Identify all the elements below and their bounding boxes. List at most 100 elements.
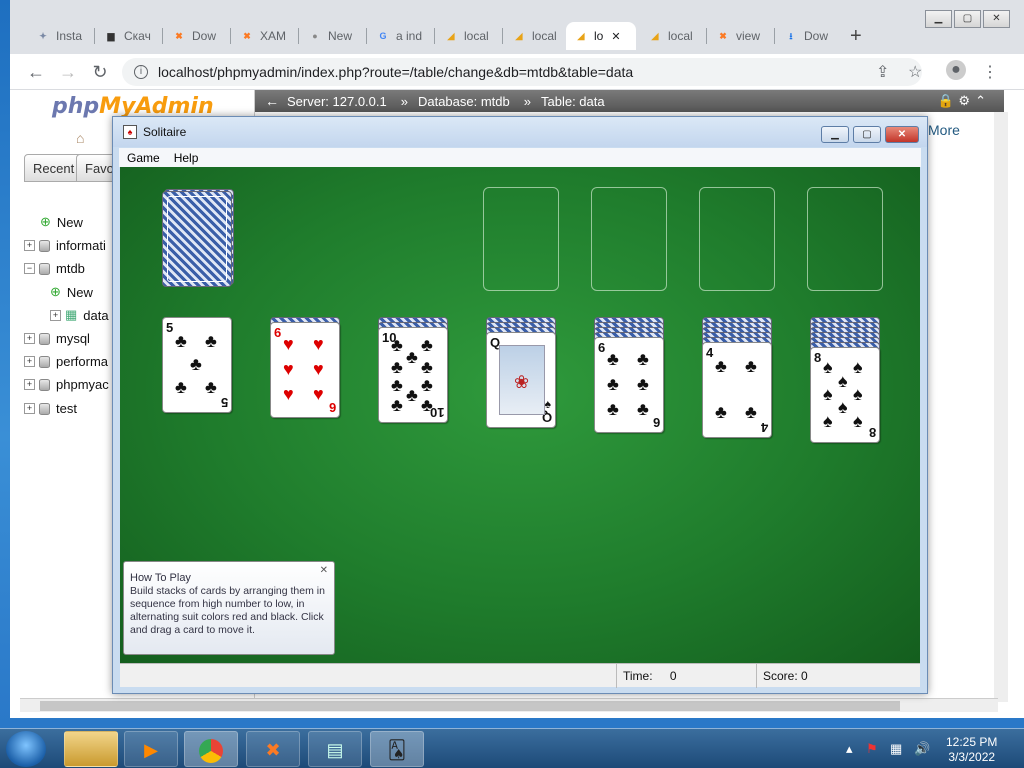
solitaire-titlebar[interactable]: ♠ Solitaire bbox=[113, 117, 927, 147]
clock[interactable]: 12:25 PM 3/3/2022 bbox=[946, 735, 997, 765]
face-up-card[interactable]: 5 5 ♣ ♣ ♣ ♣ ♣ bbox=[162, 317, 232, 413]
expand-icon[interactable]: + bbox=[24, 379, 35, 390]
horizontal-scrollbar[interactable] bbox=[20, 698, 998, 712]
card-suit: ♥ bbox=[313, 359, 324, 379]
forward-arrow-icon[interactable]: → bbox=[56, 60, 80, 84]
stock-pile-card[interactable] bbox=[162, 191, 232, 287]
info-icon[interactable]: i bbox=[134, 65, 148, 79]
breadcrumb-database[interactable]: Database: mtdb bbox=[418, 94, 510, 109]
back-arrow-icon[interactable]: ← bbox=[24, 60, 48, 84]
address-bar[interactable]: i localhost/phpmyadmin/index.php?route=/… bbox=[122, 58, 922, 86]
tree-item-label: data bbox=[83, 307, 109, 323]
solitaire-minimize-button[interactable]: ▁ bbox=[821, 126, 849, 143]
vertical-scrollbar[interactable] bbox=[994, 112, 1008, 702]
browser-tab[interactable]: ● New bbox=[300, 22, 364, 50]
explorer-icon[interactable] bbox=[64, 731, 118, 767]
face-up-card[interactable]: 10 10 ♣ ♣ ♣ ♣ ♣ ♣ ♣ ♣ ♣ ♣ bbox=[378, 327, 448, 423]
menu-game[interactable]: Game bbox=[127, 151, 160, 165]
bookmark-star-icon[interactable]: ☆ bbox=[908, 62, 922, 82]
url-text[interactable]: localhost/phpmyadmin/index.php?route=/ta… bbox=[158, 64, 633, 80]
tree-item-data[interactable]: + ▦ data bbox=[50, 307, 109, 323]
home-icon[interactable]: ⌂ bbox=[76, 130, 84, 146]
face-up-card[interactable]: 8 8 ♠ ♠ ♠ ♠ ♠ ♠ ♠ ♠ bbox=[810, 347, 880, 443]
tray-expand-icon[interactable]: ▴ bbox=[846, 741, 853, 757]
browser-tabstrip: ✦ Insta ▆ Скач ✖ Dow ✖ XAM ● New Ga ind ◢ local ◢ loca… bbox=[10, 0, 1024, 54]
face-up-card[interactable]: 6 6 ♣ ♣ ♣ ♣ ♣ ♣ bbox=[594, 337, 664, 433]
solitaire-maximize-button[interactable]: ▢ bbox=[853, 126, 881, 143]
face-up-card[interactable]: Q Q ❀ ♠ bbox=[486, 332, 556, 428]
browser-tab[interactable]: Ga ind bbox=[368, 22, 432, 50]
browser-tab[interactable]: ✖ Dow bbox=[164, 22, 228, 50]
browser-tab[interactable]: ⭳ Dow bbox=[776, 22, 840, 50]
card-suit: ♥ bbox=[313, 384, 324, 404]
media-player-icon[interactable]: ▶ bbox=[124, 731, 178, 767]
browser-tab[interactable]: ◢ lo ✕ bbox=[566, 22, 636, 50]
new-tab-button[interactable]: + bbox=[850, 25, 862, 48]
flag-icon[interactable]: ⚑ bbox=[866, 741, 878, 757]
volume-icon[interactable]: 🔊 bbox=[914, 741, 930, 757]
new-icon: ⊕ bbox=[40, 214, 51, 229]
tab-label: a ind bbox=[396, 29, 423, 43]
tree-item-label: phpmyac bbox=[56, 377, 109, 392]
minimize-button[interactable]: ▁ bbox=[925, 10, 952, 28]
lock-icon[interactable]: 🔒 bbox=[938, 93, 954, 109]
taskbar: ▶ ✖ ▤ 🂡 ▴ ⚑ ▦ 🔊 12:25 PM 3/3/2022 bbox=[0, 728, 1024, 768]
network-icon[interactable]: ▦ bbox=[890, 741, 902, 757]
browser-tab[interactable]: ◢ local bbox=[436, 22, 500, 50]
share-icon[interactable]: ⇪ bbox=[876, 62, 889, 82]
gear-icon[interactable]: ⚙ bbox=[958, 93, 970, 109]
card-rank: 8 bbox=[814, 350, 822, 365]
expand-icon[interactable]: + bbox=[24, 403, 35, 414]
menu-dots-icon[interactable]: ⋮ bbox=[982, 62, 998, 82]
collapse-up-icon[interactable]: ⌃ bbox=[975, 93, 986, 109]
face-up-card[interactable]: 4 4 ♣ ♣ ♣ ♣ bbox=[702, 342, 772, 438]
recent-tab[interactable]: Recent bbox=[24, 154, 84, 182]
card-suit: ♠ bbox=[853, 384, 863, 404]
close-button[interactable]: ✕ bbox=[983, 10, 1010, 28]
foundation-slot-4[interactable] bbox=[807, 187, 883, 291]
face-up-card[interactable]: 6 6 ♥ ♥ ♥ ♥ ♥ ♥ bbox=[270, 322, 340, 418]
browser-tab[interactable]: ✖ view bbox=[708, 22, 772, 50]
browser-tab[interactable]: ✖ XAM bbox=[232, 22, 296, 50]
foundation-slot-2[interactable] bbox=[591, 187, 667, 291]
tooltip-close-icon[interactable]: ✕ bbox=[320, 565, 328, 576]
solitaire-close-button[interactable]: ✕ bbox=[885, 126, 919, 143]
tree-item-new[interactable]: ⊕ New bbox=[40, 214, 83, 230]
tree-item-new[interactable]: ⊕ New bbox=[50, 284, 93, 300]
profile-avatar-icon[interactable]: ● bbox=[946, 60, 966, 80]
tree-item-test[interactable]: + test bbox=[24, 401, 77, 416]
game-table[interactable]: 5 5 ♣ ♣ ♣ ♣ ♣ 6 6 ♥ ♥ ♥ ♥ ♥ ♥ 10 10 ♣ ♣ ♣ ♣ ♣ ♣ ♣ ♣ ♣ ♣ Q Q ❀ ♠ 6 6 ♣ ♣ ♣ ♣ ♣… bbox=[120, 167, 920, 663]
tree-item-phpmyac[interactable]: + phpmyac bbox=[24, 377, 109, 392]
foundation-slot-1[interactable] bbox=[483, 187, 559, 291]
xampp-icon[interactable]: ✖ bbox=[246, 731, 300, 767]
browser-tab[interactable]: ▆ Скач bbox=[96, 22, 160, 50]
notepad-icon[interactable]: ▤ bbox=[308, 731, 362, 767]
collapse-icon[interactable]: − bbox=[24, 263, 35, 274]
tab-close-icon[interactable]: ✕ bbox=[611, 30, 620, 43]
browser-tab[interactable]: ◢ local bbox=[640, 22, 704, 50]
menu-help[interactable]: Help bbox=[174, 151, 199, 165]
solitaire-taskbar-icon[interactable]: 🂡 bbox=[370, 731, 424, 767]
monitor-icon: ▆ bbox=[107, 31, 115, 41]
expand-icon[interactable]: + bbox=[24, 356, 35, 367]
chrome-icon[interactable] bbox=[184, 731, 238, 767]
more-tab[interactable]: More bbox=[928, 122, 960, 138]
browser-tab[interactable]: ✦ Insta bbox=[28, 22, 92, 50]
tree-item-performa[interactable]: + performa bbox=[24, 354, 108, 369]
expand-icon[interactable]: + bbox=[50, 309, 61, 321]
browser-tab[interactable]: ◢ local bbox=[504, 22, 568, 50]
tree-item-mysql[interactable]: + mysql bbox=[24, 331, 90, 346]
card-suit: ♣ bbox=[421, 357, 433, 377]
expand-icon[interactable]: + bbox=[24, 240, 35, 251]
expand-icon[interactable]: + bbox=[24, 333, 35, 344]
maximize-button[interactable]: ▢ bbox=[954, 10, 981, 28]
foundation-slot-3[interactable] bbox=[699, 187, 775, 291]
favorites-tab[interactable]: Favo bbox=[76, 154, 116, 182]
tree-item-mtdb[interactable]: − mtdb bbox=[24, 261, 85, 276]
tree-item-informati[interactable]: + informati bbox=[24, 238, 106, 253]
collapse-arrow-icon[interactable]: ← bbox=[265, 93, 279, 109]
breadcrumb-server[interactable]: Server: 127.0.0.1 bbox=[287, 94, 387, 109]
reload-icon[interactable]: ↻ bbox=[88, 60, 112, 84]
start-button[interactable] bbox=[6, 731, 46, 767]
breadcrumb-table[interactable]: Table: data bbox=[541, 94, 605, 109]
